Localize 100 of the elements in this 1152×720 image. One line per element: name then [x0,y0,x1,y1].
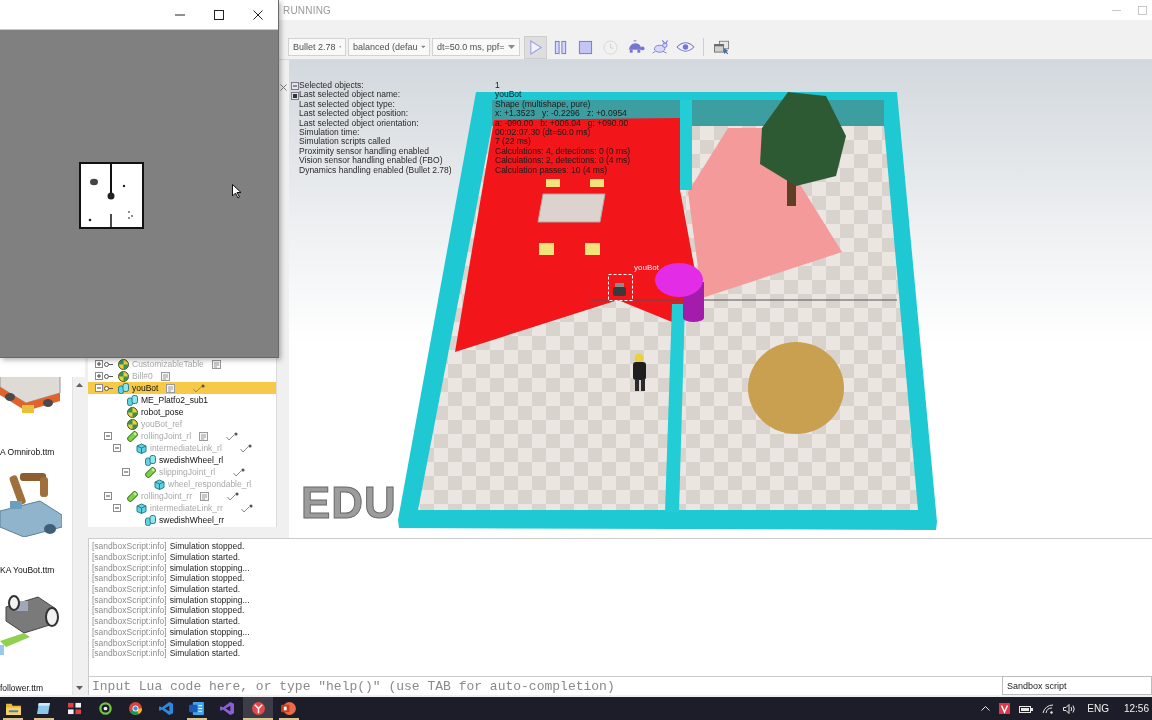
log-message: Simulation stopped. [169,605,245,616]
visibility-dot-icon[interactable] [104,373,113,379]
cube-icon [154,478,165,490]
window-title: RUNNING [283,4,332,16]
slides-icon [281,702,297,715]
info-value: Calculations: 2, detections: 0 (4 ms) [495,156,631,166]
tree-item[interactable]: swedishWheel_rr [88,514,276,526]
visibility-dot-icon[interactable] [104,385,113,391]
log-message: Simulation started. [169,648,241,659]
battery-icon[interactable] [1019,704,1034,713]
joint-icon [127,430,138,442]
info-value: a: -090.00 b: +006.04 g: +090.00 [495,118,629,129]
eye-icon [676,40,695,54]
info-value: 7 (22 ms) [495,137,531,147]
collapse-icon[interactable] [113,444,121,452]
log-message: Simulation started. [169,616,241,627]
info-label: Proximity sensor handling enabled [299,146,429,157]
edition-mark: EDU [301,480,397,526]
mobile-robot[interactable] [613,283,626,296]
volume-icon[interactable] [1063,703,1077,714]
time-step-dropdown[interactable]: dt=50.0 ms, ppf= [432,38,520,56]
collapse-icon[interactable] [95,384,103,392]
maximize-icon[interactable] [214,9,224,20]
sphere-icon [118,370,129,382]
log-source: [sandboxScript:info] [92,626,167,637]
code-editor-icon [158,702,174,715]
language-indicator[interactable]: ENG [1087,703,1109,714]
scene-view[interactable] [289,60,1152,538]
info-label: Simulation time: [299,128,360,138]
visibility-dot-icon[interactable] [104,361,113,367]
pause-icon [553,39,568,55]
browser-icon [128,702,144,715]
expand-icon[interactable] [95,372,103,380]
close-icon[interactable] [253,9,263,20]
rabbit-icon [651,40,670,54]
ribbon-icon [219,702,235,715]
info-label: Vision sensor handling enabled (FBO) [299,156,443,166]
info-label: Last selected object orientation: [299,118,419,128]
cube-icon [136,442,147,454]
log-message: simulation stopping... [169,594,250,605]
selection-frame [608,274,633,301]
logo-icon [250,702,266,715]
script-selector[interactable]: Sandbox script [1002,676,1152,695]
log-message: Simulation started. [169,552,241,563]
log-message: Simulation stopped. [169,573,245,584]
log-message: Simulation started. [169,584,241,595]
info-label: Simulation scripts called [299,137,391,147]
sphere-icon [127,406,138,418]
collapse-icon[interactable] [122,468,130,476]
log-source: [sandboxScript:info] [92,605,167,616]
log-message: simulation stopping... [169,562,250,573]
tree-item[interactable]: robot_pose [88,406,276,418]
folder-icon [5,702,21,715]
script-icon[interactable] [200,491,210,501]
cursor-icon [232,184,242,199]
robot-arm-drawing[interactable] [0,471,62,537]
turtle-icon [626,40,645,54]
log-message: Simulation stopped. [169,541,245,552]
scrollbar[interactable] [72,377,85,695]
collapse-icon[interactable] [113,504,121,512]
lua-input-field[interactable]: Input Lua code here, or type "help()" (use TAB for auto-completion) [88,676,1002,695]
info-value: Shape (multishape, pure) [495,99,591,110]
arrow-down-icon[interactable] [75,686,83,690]
person-figure [633,353,646,391]
info-label: Selected objects: [299,81,364,91]
info-value: 1 [495,81,500,91]
log-message: Simulation stopped. [169,637,245,648]
taskbar-button[interactable] [242,697,274,720]
tree-item[interactable]: swedishWheel_rl [88,454,276,466]
script-icon[interactable] [166,383,176,393]
script-icon[interactable] [211,359,221,369]
chevron-up-icon[interactable] [981,706,991,711]
info-label: Last selected object name: [299,90,401,100]
tree-item[interactable]: ME_Platfo2_sub1 [88,394,276,406]
stacked-windows-icon [714,39,729,55]
tray-app-icon[interactable] [999,703,1011,714]
clock-time[interactable]: 12:56 [1123,703,1149,714]
expand-icon[interactable] [95,360,103,368]
collapse-icon[interactable] [104,492,112,500]
physics-engine-dropdown[interactable]: Bullet 2.78 [288,38,346,56]
tree-item[interactable]: youBot [88,382,276,394]
log-message: simulation stopping... [169,626,250,637]
log-source: [sandboxScript:info] [92,637,167,648]
square-box-icon[interactable] [291,92,299,100]
wifi-icon[interactable] [1042,703,1055,714]
script-icon[interactable] [199,431,209,441]
caret-icon [338,45,341,49]
script-icon[interactable] [160,371,170,381]
log-source: [sandboxScript:info] [92,562,167,573]
arrow-up-icon[interactable] [75,383,83,387]
joint-icon [127,490,138,502]
accuracy-dropdown[interactable]: balanced (defau [348,38,430,56]
shapes-icon [145,514,156,526]
log-source: [sandboxScript:info] [92,648,167,659]
info-value: Calculations: 4, detections: 0 (0 ms) [495,146,631,157]
info-value: 00:02:07.30 (dt=50.0 ms) [495,128,591,138]
log-source: [sandboxScript:info] [92,541,167,552]
info-value: Calculation passes: 10 (4 ms) [495,165,607,176]
log-source: [sandboxScript:info] [92,573,167,584]
collapse-icon[interactable] [104,432,112,440]
